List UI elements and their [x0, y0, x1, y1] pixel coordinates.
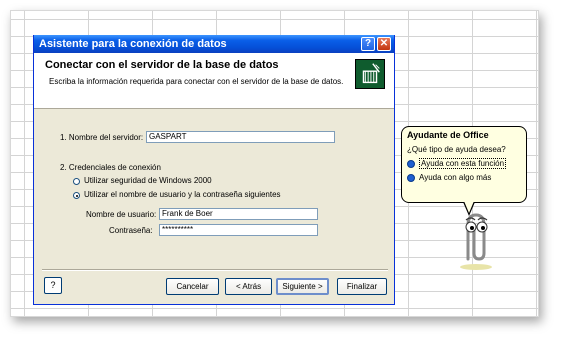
help-icon[interactable]: ?: [361, 37, 375, 51]
bullet-icon: [407, 159, 415, 168]
data-connection-wizard-dialog: Asistente para la conexión de datos ? ✕ …: [33, 35, 395, 305]
paperclip-assistant-icon[interactable]: [454, 207, 498, 271]
bullet-icon: [407, 173, 415, 182]
help-button-icon[interactable]: ?: [44, 277, 62, 294]
next-button[interactable]: Siguiente >: [276, 278, 329, 295]
radio-windows-security[interactable]: [73, 178, 80, 185]
database-wizard-icon: [355, 59, 385, 89]
password-label: Contraseña:: [109, 226, 153, 235]
assistant-question: ¿Qué tipo de ayuda desea?: [407, 145, 506, 154]
finish-button[interactable]: Finalizar: [337, 278, 387, 295]
wizard-header: Conectar con el servidor de la base de d…: [34, 53, 394, 109]
header-subtitle: Escriba la información requerida para co…: [49, 77, 344, 86]
dialog-titlebar[interactable]: Asistente para la conexión de datos ? ✕: [34, 35, 394, 53]
assistant-option-something-else[interactable]: Ayuda con algo más: [407, 173, 491, 182]
dialog-title: Asistente para la conexión de datos: [39, 38, 227, 50]
password-input[interactable]: **********: [159, 224, 318, 236]
radio-username-password[interactable]: [73, 192, 80, 199]
screenshot-frame: Asistente para la conexión de datos ? ✕ …: [10, 10, 539, 317]
back-button[interactable]: < Atrás: [225, 278, 272, 295]
username-label: Nombre de usuario:: [86, 210, 157, 219]
radio-windows-security-label[interactable]: Utilizar seguridad de Windows 2000: [84, 176, 212, 185]
username-input[interactable]: Frank de Boer: [159, 208, 318, 220]
header-title: Conectar con el servidor de la base de d…: [45, 59, 279, 71]
assistant-title: Ayudante de Office: [407, 130, 489, 140]
radio-username-password-label[interactable]: Utilizar el nombre de usuario y la contr…: [84, 190, 281, 199]
server-name-input[interactable]: GASPART: [146, 131, 335, 143]
credentials-label: 2. Credenciales de conexión: [60, 163, 161, 172]
close-icon[interactable]: ✕: [377, 37, 391, 51]
server-name-label: 1. Nombre del servidor:: [60, 133, 144, 142]
assistant-option-this-function[interactable]: Ayuda con esta función: [407, 158, 507, 169]
office-assistant-balloon: Ayudante de Office ¿Qué tipo de ayuda de…: [401, 126, 527, 203]
cancel-button[interactable]: Cancelar: [166, 278, 219, 295]
button-separator: [42, 269, 388, 271]
